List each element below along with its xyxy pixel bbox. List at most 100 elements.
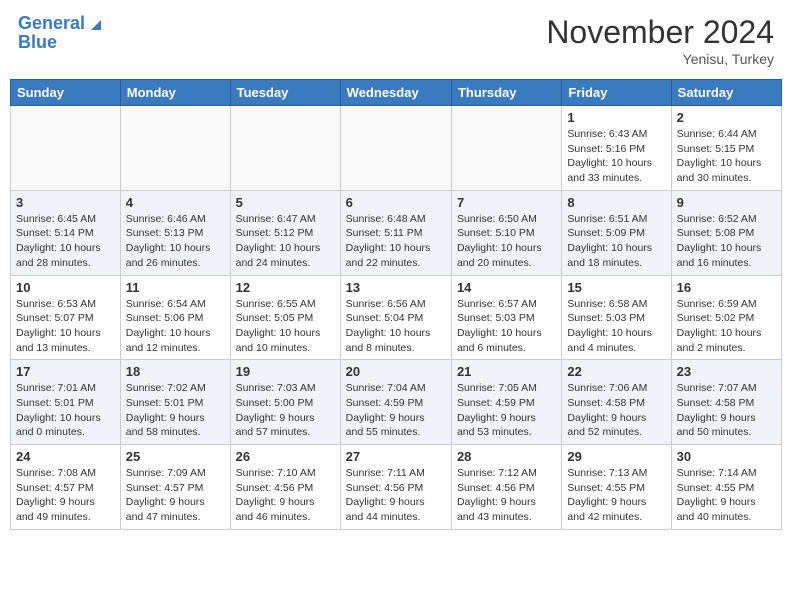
calendar-cell: 22Sunrise: 7:06 AMSunset: 4:58 PMDayligh… <box>562 360 671 445</box>
day-info: Sunrise: 6:56 AMSunset: 5:04 PMDaylight:… <box>346 297 446 356</box>
day-number: 19 <box>236 364 335 379</box>
day-header-friday: Friday <box>562 80 671 106</box>
day-number: 10 <box>16 280 115 295</box>
calendar-cell <box>11 106 121 191</box>
calendar-cell: 19Sunrise: 7:03 AMSunset: 5:00 PMDayligh… <box>230 360 340 445</box>
calendar-cell: 13 Sunrise: 6:56 AMSunset: 5:04 PMDayligh… <box>340 275 451 360</box>
day-number: 3 <box>16 195 115 210</box>
day-info: Sunrise: 6:43 AMSunset: 5:16 PMDaylight:… <box>567 127 665 186</box>
location: Yenisu, Turkey <box>546 51 774 67</box>
day-number: 6 <box>346 195 446 210</box>
calendar-week-row: 17 Sunrise: 7:01 AMSunset: 5:01 PMDayligh… <box>11 360 782 445</box>
day-info: Sunrise: 6:46 AMSunset: 5:13 PMDaylight:… <box>126 212 225 271</box>
calendar-cell <box>340 106 451 191</box>
day-info: Sunrise: 6:50 AMSunset: 5:10 PMDaylight:… <box>457 212 556 271</box>
day-info: Sunrise: 7:05 AMSunset: 4:59 PMDaylight:… <box>457 381 556 440</box>
day-number: 20 <box>346 364 446 379</box>
day-header-wednesday: Wednesday <box>340 80 451 106</box>
calendar-cell: 29 Sunrise: 7:13 AMSunset: 4:55 PMDayligh… <box>562 445 671 530</box>
calendar-cell: 26Sunrise: 7:10 AMSunset: 4:56 PMDayligh… <box>230 445 340 530</box>
day-info: Sunrise: 7:02 AMSunset: 5:01 PMDaylight:… <box>126 381 225 440</box>
calendar-cell: 12 Sunrise: 6:55 AMSunset: 5:05 PMDayligh… <box>230 275 340 360</box>
calendar-cell: 15 Sunrise: 6:58 AMSunset: 5:03 PMDayligh… <box>562 275 671 360</box>
day-info: Sunrise: 6:47 AMSunset: 5:12 PMDaylight:… <box>236 212 335 271</box>
calendar-table: SundayMondayTuesdayWednesdayThursdayFrid… <box>10 79 782 530</box>
day-info: Sunrise: 6:58 AMSunset: 5:03 PMDaylight:… <box>567 297 665 356</box>
day-info: Sunrise: 7:06 AMSunset: 4:58 PMDaylight:… <box>567 381 665 440</box>
day-info: Sunrise: 6:52 AMSunset: 5:08 PMDaylight:… <box>677 212 776 271</box>
calendar-cell <box>451 106 561 191</box>
day-number: 4 <box>126 195 225 210</box>
calendar-cell: 24 Sunrise: 7:08 AMSunset: 4:57 PMDayligh… <box>11 445 121 530</box>
calendar-cell: 28 Sunrise: 7:12 AMSunset: 4:56 PMDayligh… <box>451 445 561 530</box>
day-number: 11 <box>126 280 225 295</box>
day-number: 1 <box>567 110 665 125</box>
page-header: General Blue November 2024 Yenisu, Turke… <box>10 10 782 71</box>
day-number: 16 <box>677 280 776 295</box>
day-number: 21 <box>457 364 556 379</box>
calendar-cell: 16Sunrise: 6:59 AMSunset: 5:02 PMDayligh… <box>671 275 781 360</box>
calendar-cell: 11Sunrise: 6:54 AMSunset: 5:06 PMDayligh… <box>120 275 230 360</box>
calendar-week-row: 3 Sunrise: 6:45 AMSunset: 5:14 PMDaylight… <box>11 190 782 275</box>
calendar-cell: 18 Sunrise: 7:02 AMSunset: 5:01 PMDayligh… <box>120 360 230 445</box>
calendar-cell: 10 Sunrise: 6:53 AMSunset: 5:07 PMDayligh… <box>11 275 121 360</box>
calendar-cell <box>230 106 340 191</box>
day-info: Sunrise: 7:08 AMSunset: 4:57 PMDaylight:… <box>16 466 115 525</box>
day-info: Sunrise: 6:45 AMSunset: 5:14 PMDaylight:… <box>16 212 115 271</box>
day-number: 5 <box>236 195 335 210</box>
day-number: 28 <box>457 449 556 464</box>
calendar-cell: 9Sunrise: 6:52 AMSunset: 5:08 PMDaylight… <box>671 190 781 275</box>
day-info: Sunrise: 7:01 AMSunset: 5:01 PMDaylight:… <box>16 381 115 440</box>
logo-blue: Blue <box>18 32 105 53</box>
day-info: Sunrise: 6:48 AMSunset: 5:11 PMDaylight:… <box>346 212 446 271</box>
day-number: 7 <box>457 195 556 210</box>
day-number: 13 <box>346 280 446 295</box>
day-info: Sunrise: 6:55 AMSunset: 5:05 PMDaylight:… <box>236 297 335 356</box>
day-number: 24 <box>16 449 115 464</box>
day-info: Sunrise: 6:53 AMSunset: 5:07 PMDaylight:… <box>16 297 115 356</box>
day-number: 2 <box>677 110 776 125</box>
day-info: Sunrise: 6:51 AMSunset: 5:09 PMDaylight:… <box>567 212 665 271</box>
calendar-week-row: 10 Sunrise: 6:53 AMSunset: 5:07 PMDayligh… <box>11 275 782 360</box>
day-number: 15 <box>567 280 665 295</box>
calendar-cell: 25Sunrise: 7:09 AMSunset: 4:57 PMDayligh… <box>120 445 230 530</box>
calendar-cell: 27 Sunrise: 7:11 AMSunset: 4:56 PMDayligh… <box>340 445 451 530</box>
calendar-cell: 6 Sunrise: 6:48 AMSunset: 5:11 PMDaylight… <box>340 190 451 275</box>
calendar-cell: 4 Sunrise: 6:46 AMSunset: 5:13 PMDaylight… <box>120 190 230 275</box>
calendar-cell: 23Sunrise: 7:07 AMSunset: 4:58 PMDayligh… <box>671 360 781 445</box>
title-block: November 2024 Yenisu, Turkey <box>546 14 774 67</box>
day-number: 29 <box>567 449 665 464</box>
day-info: Sunrise: 7:11 AMSunset: 4:56 PMDaylight:… <box>346 466 446 525</box>
day-number: 18 <box>126 364 225 379</box>
calendar-cell: 14 Sunrise: 6:57 AMSunset: 5:03 PMDayligh… <box>451 275 561 360</box>
day-info: Sunrise: 7:09 AMSunset: 4:57 PMDaylight:… <box>126 466 225 525</box>
day-number: 8 <box>567 195 665 210</box>
day-number: 14 <box>457 280 556 295</box>
day-info: Sunrise: 7:04 AMSunset: 4:59 PMDaylight:… <box>346 381 446 440</box>
calendar-cell: 8 Sunrise: 6:51 AMSunset: 5:09 PMDaylight… <box>562 190 671 275</box>
day-info: Sunrise: 7:13 AMSunset: 4:55 PMDaylight:… <box>567 466 665 525</box>
calendar-header-row: SundayMondayTuesdayWednesdayThursdayFrid… <box>11 80 782 106</box>
day-header-tuesday: Tuesday <box>230 80 340 106</box>
calendar-cell: 30Sunrise: 7:14 AMSunset: 4:55 PMDayligh… <box>671 445 781 530</box>
calendar-cell <box>120 106 230 191</box>
calendar-cell: 7 Sunrise: 6:50 AMSunset: 5:10 PMDaylight… <box>451 190 561 275</box>
day-header-sunday: Sunday <box>11 80 121 106</box>
day-header-saturday: Saturday <box>671 80 781 106</box>
day-info: Sunrise: 7:14 AMSunset: 4:55 PMDaylight:… <box>677 466 776 525</box>
day-info: Sunrise: 7:12 AMSunset: 4:56 PMDaylight:… <box>457 466 556 525</box>
calendar-cell: 17 Sunrise: 7:01 AMSunset: 5:01 PMDayligh… <box>11 360 121 445</box>
calendar-cell: 1 Sunrise: 6:43 AMSunset: 5:16 PMDaylight… <box>562 106 671 191</box>
day-number: 12 <box>236 280 335 295</box>
day-info: Sunrise: 6:44 AMSunset: 5:15 PMDaylight:… <box>677 127 776 186</box>
day-number: 26 <box>236 449 335 464</box>
calendar-cell: 21 Sunrise: 7:05 AMSunset: 4:59 PMDayligh… <box>451 360 561 445</box>
calendar-week-row: 24 Sunrise: 7:08 AMSunset: 4:57 PMDayligh… <box>11 445 782 530</box>
calendar-cell: 3 Sunrise: 6:45 AMSunset: 5:14 PMDaylight… <box>11 190 121 275</box>
day-number: 17 <box>16 364 115 379</box>
day-number: 27 <box>346 449 446 464</box>
calendar-week-row: 1 Sunrise: 6:43 AMSunset: 5:16 PMDaylight… <box>11 106 782 191</box>
calendar-cell: 20 Sunrise: 7:04 AMSunset: 4:59 PMDayligh… <box>340 360 451 445</box>
day-info: Sunrise: 6:57 AMSunset: 5:03 PMDaylight:… <box>457 297 556 356</box>
calendar-cell: 2 Sunrise: 6:44 AMSunset: 5:15 PMDaylight… <box>671 106 781 191</box>
